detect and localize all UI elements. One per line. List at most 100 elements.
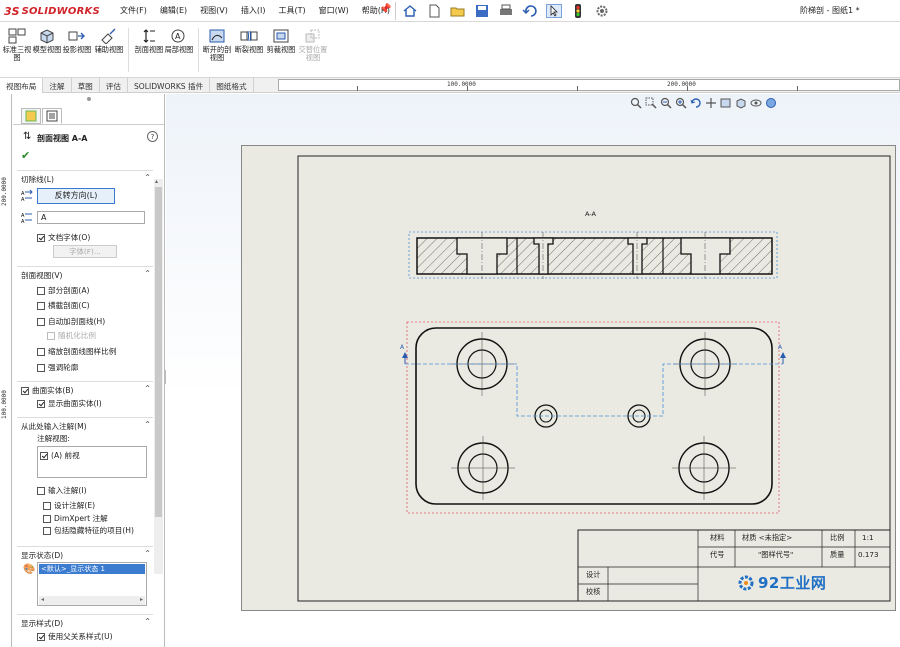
collapse-chevron-icon[interactable]: ⌃: [144, 617, 151, 626]
menu-insert[interactable]: 插入(I): [241, 5, 266, 16]
surface-bodies-checkbox[interactable]: [21, 386, 29, 395]
property-manager-tab[interactable]: [42, 108, 62, 124]
design-annotations-row[interactable]: 设计注解(E): [43, 500, 95, 511]
design-annotations-checkbox[interactable]: [43, 501, 51, 510]
randomize-scale-checkbox[interactable]: [47, 331, 55, 340]
detail-view-button[interactable]: A 局部视图: [164, 28, 194, 54]
annotation-view-front-row[interactable]: (A) 前视: [40, 450, 80, 461]
view-orientation-icon[interactable]: [720, 97, 732, 109]
hidden-features-row[interactable]: 包括隐藏特征的项目(H): [43, 525, 134, 536]
break-view-button[interactable]: 断裂视图: [234, 28, 264, 54]
cut-arrow-label-right[interactable]: A: [778, 344, 782, 351]
open-folder-icon[interactable]: [450, 4, 466, 18]
emphasize-outline-checkbox[interactable]: [37, 363, 45, 372]
save-icon[interactable]: [474, 4, 490, 18]
hide-show-items-icon[interactable]: [750, 97, 762, 109]
panel-scrollbar[interactable]: ▴: [154, 178, 163, 574]
zoom-to-fit-icon[interactable]: [630, 97, 642, 109]
annotation-views-list[interactable]: (A) 前视: [37, 446, 147, 478]
pan-view-icon[interactable]: [705, 97, 717, 109]
label-input[interactable]: A: [37, 211, 145, 224]
tab-evaluate[interactable]: 评估: [100, 78, 128, 93]
auxiliary-view-button[interactable]: 辅助视图: [94, 28, 124, 54]
select-arrow-icon[interactable]: [546, 4, 562, 18]
scale-value[interactable]: 1:1: [862, 533, 874, 542]
show-surface-bodies-checkbox[interactable]: [37, 399, 45, 408]
slice-section-row[interactable]: 横截剖面(C): [37, 300, 90, 311]
tab-sheet-format[interactable]: 图纸格式: [210, 78, 254, 93]
rotate-view-icon[interactable]: [690, 97, 702, 109]
scrollbar-thumb[interactable]: [155, 187, 162, 517]
undo-icon[interactable]: [522, 4, 538, 18]
section-view-aa[interactable]: [416, 232, 773, 279]
auto-hatching-row[interactable]: 自动加剖面线(H): [37, 316, 105, 327]
crop-view-button[interactable]: 剪裁视图: [266, 28, 296, 54]
menu-tools[interactable]: 工具(T): [278, 5, 305, 16]
surface-bodies-header-row[interactable]: 曲面实体(B): [21, 385, 74, 396]
pin-menu-icon[interactable]: 📌: [379, 4, 391, 15]
tab-addins[interactable]: SOLIDWORKS 插件: [128, 78, 211, 93]
collapse-chevron-icon[interactable]: ⌃: [144, 549, 151, 558]
rebuild-traffic-light-icon[interactable]: [570, 4, 586, 18]
material-value[interactable]: 材质 <未指定>: [742, 533, 792, 543]
panel-grip[interactable]: [87, 97, 91, 101]
partial-section-row[interactable]: 部分剖面(A): [37, 285, 90, 296]
randomize-scale-row[interactable]: 随机化比例: [47, 330, 96, 341]
help-icon[interactable]: ?: [147, 131, 158, 142]
annotation-view-front-checkbox[interactable]: [40, 451, 48, 460]
broken-out-section-button[interactable]: 断开的剖视图: [202, 28, 232, 62]
scale-hatch-row[interactable]: 缩放剖面线图样比例: [37, 346, 116, 357]
zoom-to-area-icon[interactable]: [645, 97, 657, 109]
display-state-item[interactable]: <默认>_显示状态 1: [39, 564, 145, 574]
model-view-button[interactable]: 模型视图: [32, 28, 62, 54]
dimxpert-annotations-checkbox[interactable]: [43, 514, 51, 523]
import-annotations-checkbox[interactable]: [37, 486, 45, 495]
alternate-position-view-button[interactable]: 交替位置视图: [298, 28, 328, 62]
home-icon[interactable]: [402, 4, 418, 18]
collapse-chevron-icon[interactable]: ⌃: [144, 420, 151, 429]
previous-view-icon[interactable]: [660, 97, 672, 109]
flip-direction-button[interactable]: 反转方向(L): [37, 188, 115, 204]
scroll-up-icon[interactable]: ▴: [155, 178, 158, 185]
auto-hatching-checkbox[interactable]: [37, 317, 45, 326]
menu-window[interactable]: 窗口(W): [319, 5, 349, 16]
print-icon[interactable]: [498, 4, 514, 18]
section-view-button[interactable]: 剖面视图: [134, 28, 164, 54]
menu-file[interactable]: 文件(F): [120, 5, 147, 16]
options-gear-icon[interactable]: [594, 4, 610, 18]
mass-value[interactable]: 0.173: [858, 550, 879, 559]
list-hscrollbar[interactable]: ◂ ▸: [39, 596, 145, 605]
slice-section-checkbox[interactable]: [37, 301, 45, 310]
scroll-left-icon[interactable]: ◂: [41, 596, 44, 603]
doc-font-checkbox-row[interactable]: 文档字体(O): [37, 232, 90, 243]
code-value[interactable]: "图样代号": [758, 550, 793, 560]
feature-manager-tab[interactable]: [21, 108, 41, 124]
doc-font-checkbox[interactable]: [37, 233, 45, 242]
drawing-sheet[interactable]: A-A A A 材料 材质 <未指定> 比例 1:1 代号 "图样代号" 质量 …: [241, 145, 896, 611]
solidworks-logo[interactable]: 3S SOLIDWORKS: [4, 3, 100, 19]
new-document-icon[interactable]: [426, 4, 442, 18]
display-state-list[interactable]: <默认>_显示状态 1 ◂ ▸: [37, 562, 147, 606]
hidden-features-checkbox[interactable]: [43, 526, 51, 535]
zoom-in-out-icon[interactable]: [675, 97, 687, 109]
emphasize-outline-row[interactable]: 强调轮廓: [37, 362, 78, 373]
scale-hatch-checkbox[interactable]: [37, 347, 45, 356]
front-view[interactable]: [402, 327, 786, 505]
projected-view-button[interactable]: 投影视图: [62, 28, 92, 54]
display-style-icon[interactable]: [735, 97, 747, 109]
show-surface-bodies-row[interactable]: 显示曲面实体(I): [37, 398, 102, 409]
scroll-right-icon[interactable]: ▸: [140, 596, 143, 603]
font-button[interactable]: 字体(F)...: [53, 245, 117, 258]
collapse-chevron-icon[interactable]: ⌃: [144, 173, 151, 182]
collapse-chevron-icon[interactable]: ⌃: [144, 384, 151, 393]
section-view-label[interactable]: A-A: [585, 210, 596, 218]
standard-3-view-button[interactable]: 标准三视图: [2, 28, 32, 62]
use-parent-style-checkbox[interactable]: [37, 632, 45, 641]
ok-checkmark-icon[interactable]: ✔: [21, 149, 30, 162]
partial-section-checkbox[interactable]: [37, 286, 45, 295]
use-parent-style-row[interactable]: 使用父关系样式(U): [37, 631, 113, 642]
tab-annotation[interactable]: 注解: [43, 78, 72, 93]
dimxpert-annotations-row[interactable]: DimXpert 注解: [43, 513, 108, 524]
import-annotations-row[interactable]: 输入注解(I): [37, 485, 87, 496]
collapse-chevron-icon[interactable]: ⌃: [144, 269, 151, 278]
